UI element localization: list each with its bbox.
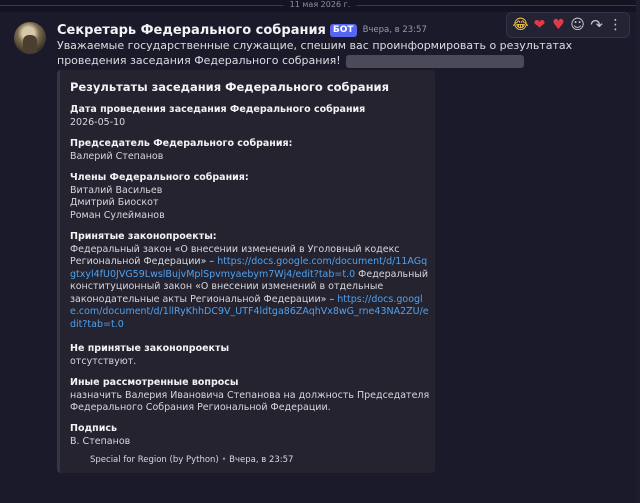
spoiler[interactable] <box>346 54 525 68</box>
field-signature: Подпись В. Степанов <box>70 423 430 448</box>
field-date-name: Дата проведения заседания Федерального с… <box>70 104 366 115</box>
field-rejected-name: Не принятые законопроекты <box>70 343 230 354</box>
field-adopted-value: Федеральный закон «О внесении изменений … <box>70 244 430 332</box>
add-reaction-icon[interactable]: ☺ <box>569 18 587 32</box>
message-header: Секретарь Федерального собрания БОТ Вчер… <box>57 22 427 38</box>
field-chairman: Председатель Федерального собрания: Вале… <box>70 138 430 163</box>
footer-separator: • <box>221 455 227 465</box>
username[interactable]: Секретарь Федерального собрания <box>57 23 326 38</box>
field-chairman-value: Валерий Степанов <box>70 150 164 162</box>
message-timestamp[interactable]: Вчера, в 23:57 <box>363 25 427 35</box>
footer-time: Вчера, в 23:57 <box>229 455 294 465</box>
field-rejected-value: отсутствуют. <box>70 355 137 367</box>
heart-emoji-icon-2[interactable]: ♥ <box>550 18 568 32</box>
footer-text: Special for Region (by Python) <box>90 455 219 465</box>
laughing-emoji-icon[interactable]: 😂 <box>512 18 530 32</box>
embed: Результаты заседания Федерального собран… <box>57 70 435 473</box>
field-adopted-name: Принятые законопроекты: <box>70 231 217 242</box>
message-toolbar: 😂 ❤ ♥ ☺ ↷ ⋮ <box>506 12 630 38</box>
field-other-value: назначить Валерия Ивановича Степанова на… <box>70 389 430 414</box>
message-content: Уважаемые государственные служащие, спеш… <box>57 38 622 68</box>
heart-emoji-icon[interactable]: ❤ <box>531 18 549 32</box>
divider-date-label: 11 мая 2026 г. <box>283 0 357 10</box>
right-edge <box>636 0 640 503</box>
date-divider: 11 мая 2026 г. <box>0 0 640 10</box>
member-item: Виталий Васильев <box>70 184 163 196</box>
embed-footer: Special for Region (by Python) • Вчера, … <box>90 455 293 465</box>
field-rejected: Не принятые законопроекты отсутствуют. <box>70 343 430 368</box>
embed-title: Результаты заседания Федерального собран… <box>70 80 389 94</box>
field-date-value: 2026-05-10 <box>70 116 126 128</box>
field-signature-value: В. Степанов <box>70 435 131 447</box>
reply-arrow-icon[interactable]: ↷ <box>588 18 606 33</box>
field-other-name: Иные рассмотренные вопросы <box>70 377 239 388</box>
message: Секретарь Федерального собрания БОТ Вчер… <box>0 12 640 503</box>
field-members: Члены Федерального собрания: Виталий Вас… <box>70 172 430 222</box>
field-adopted: Принятые законопроекты: Федеральный зако… <box>70 231 430 331</box>
field-date: Дата проведения заседания Федерального с… <box>70 104 430 129</box>
field-members-name: Члены Федерального собрания: <box>70 172 249 183</box>
bot-tag: БОТ <box>329 23 357 37</box>
field-other: Иные рассмотренные вопросы назначить Вал… <box>70 377 430 415</box>
avatar[interactable] <box>14 22 46 54</box>
field-signature-name: Подпись <box>70 423 118 434</box>
more-icon[interactable]: ⋮ <box>607 18 625 32</box>
member-item: Дмитрий Биоскот <box>70 197 159 208</box>
field-chairman-name: Председатель Федерального собрания: <box>70 138 293 149</box>
avatar-figure <box>23 35 37 54</box>
member-item: Роман Сулейманов <box>70 209 165 221</box>
